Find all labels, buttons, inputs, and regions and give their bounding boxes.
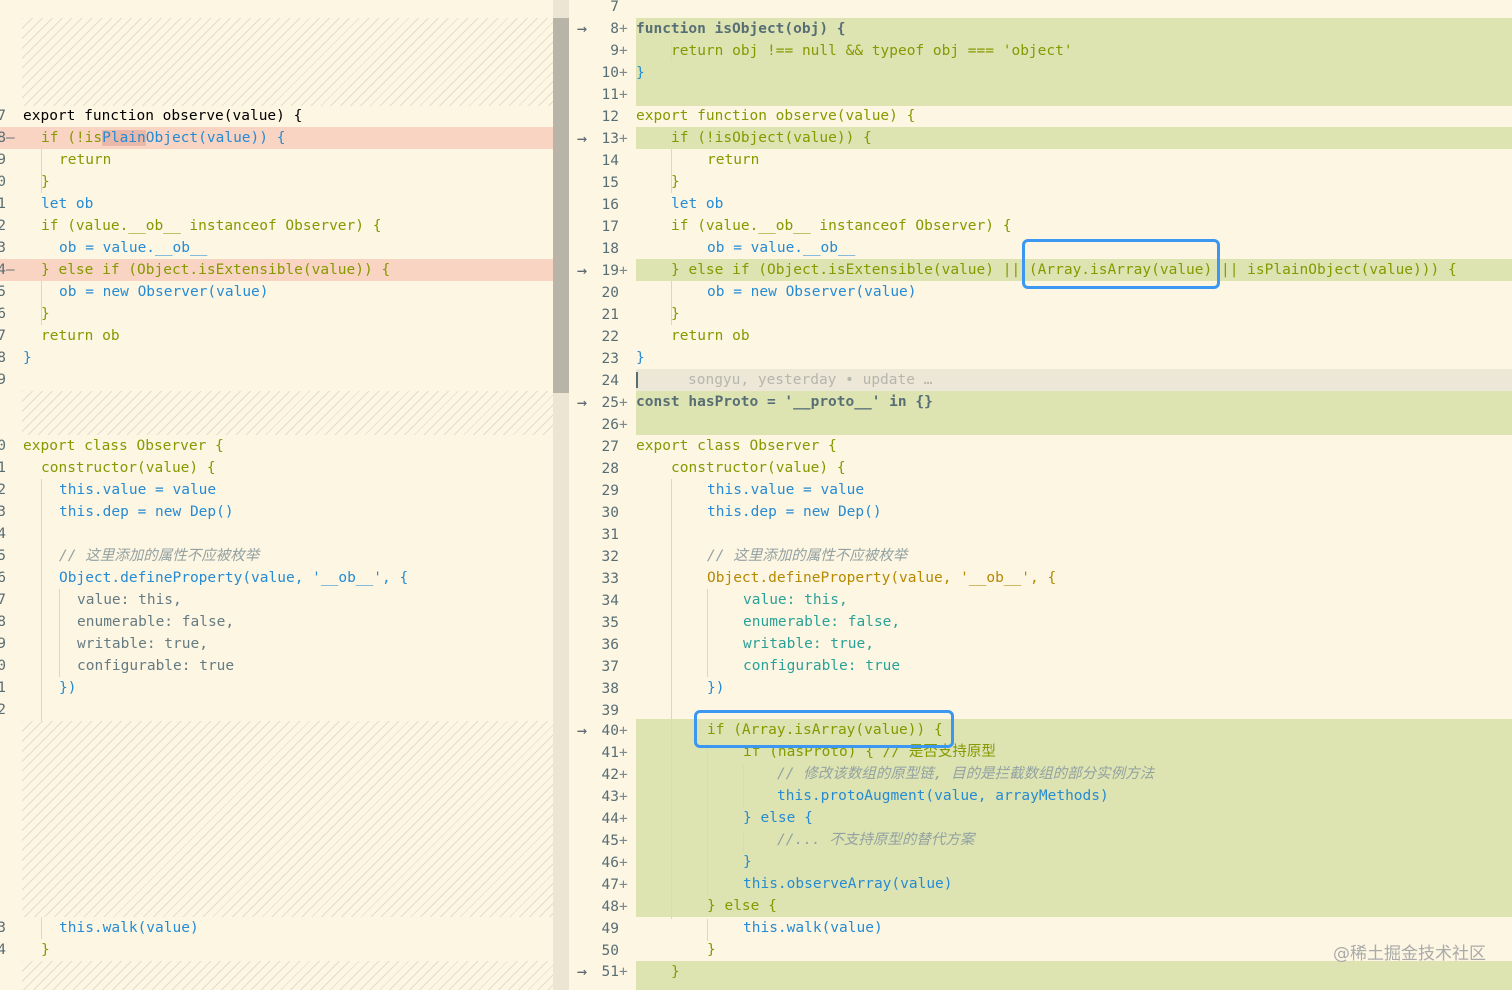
code-line[interactable]: } [636, 347, 1512, 369]
code-line-current[interactable]: songyu, yesterday • update … [636, 369, 1512, 391]
code-line[interactable]: value: this, [636, 589, 1512, 611]
code-line[interactable]: 2 if (value.__ob__ instanceof Observer) … [0, 215, 553, 237]
diff-filler [22, 721, 553, 917]
code-line[interactable]: 9 [0, 369, 553, 391]
code-line[interactable]: Object.defineProperty(value, '__ob__', { [636, 567, 1512, 589]
code-line[interactable]: 8 } [0, 347, 553, 369]
code-line[interactable]: 7 export function observe(value) { [0, 105, 553, 127]
code-line[interactable]: 3 this.walk(value) [0, 917, 553, 939]
original-file-pane[interactable]: 7 export function observe(value) { 8 — i… [0, 0, 553, 990]
code-line[interactable]: configurable: true [636, 655, 1512, 677]
code-line[interactable]: 6 } [0, 303, 553, 325]
code-line[interactable]: }) [636, 677, 1512, 699]
highlight-callout-box [1022, 239, 1220, 289]
code-line[interactable]: 7 value: this, [0, 589, 553, 611]
code-line[interactable]: 4 } [0, 939, 553, 961]
highlight-callout-box [694, 710, 954, 748]
code-line[interactable]: 5 ob = new Observer(value) [0, 281, 553, 303]
code-line[interactable]: // 这里添加的属性不应被枚举 [636, 545, 1512, 567]
code-line[interactable]: 2 this.value = value [0, 479, 553, 501]
added-line[interactable]: } [636, 851, 1512, 873]
code-line[interactable]: this.value = value [636, 479, 1512, 501]
changed-word: Plain [102, 130, 146, 146]
deletion-marker: — [6, 262, 15, 278]
code-line[interactable]: 0 } [0, 171, 553, 193]
code-line[interactable]: } [636, 303, 1512, 325]
diff-filler [22, 18, 553, 106]
code-line[interactable]: enumerable: false, [636, 611, 1512, 633]
code-line[interactable]: 4 [0, 523, 553, 545]
code-line[interactable]: 5 // 这里添加的属性不应被枚举 [0, 545, 553, 567]
code-line[interactable]: return [636, 149, 1512, 171]
code-line[interactable]: let ob [636, 193, 1512, 215]
code-line[interactable]: return obj !== null && typeof obj === 'o… [636, 40, 1512, 62]
added-line[interactable]: // 修改该数组的原型链, 目的是拦截数组的部分实例方法 [636, 763, 1512, 785]
added-line[interactable]: this.protoAugment(value, arrayMethods) [636, 785, 1512, 807]
deleted-line[interactable]: 8 — if (!isPlainObject(value)) { [0, 127, 553, 149]
code-line[interactable]: return ob [636, 325, 1512, 347]
added-line[interactable]: } else { [636, 895, 1512, 917]
code-line[interactable]: 3 ob = value.__ob__ [0, 237, 553, 259]
code-line[interactable]: 0 configurable: true [0, 655, 553, 677]
code-text: export function observe(value) { [23, 108, 303, 124]
code-line[interactable]: function isObject(obj) { [636, 18, 1512, 40]
watermark: @稀土掘金技术社区 [1333, 944, 1486, 964]
code-line[interactable]: 6 Object.defineProperty(value, '__ob__',… [0, 567, 553, 589]
code-line[interactable]: 1 }) [0, 677, 553, 699]
diff-filler [22, 961, 553, 990]
deleted-line[interactable]: 4 — } else if (Object.isExtensible(value… [0, 259, 553, 281]
code-line[interactable]: 7 return ob [0, 325, 553, 347]
scroll-thumb[interactable] [553, 18, 569, 393]
code-line[interactable]: this.walk(value) [636, 917, 1512, 939]
code-line[interactable]: 1 constructor(value) { [0, 457, 553, 479]
diff-filler [22, 391, 553, 435]
code-line[interactable]: 0 export class Observer { [0, 435, 553, 457]
code-line[interactable]: 3 this.dep = new Dep() [0, 501, 553, 523]
git-blame-annotation: songyu, yesterday • update … [688, 372, 933, 388]
code-line[interactable]: this.dep = new Dep() [636, 501, 1512, 523]
added-line[interactable]: } [636, 961, 1512, 983]
deletion-marker: — [6, 130, 15, 146]
code-line[interactable]: if (value.__ob__ instanceof Observer) { [636, 215, 1512, 237]
code-line[interactable]: 8 enumerable: false, [0, 611, 553, 633]
code-line[interactable]: } [636, 171, 1512, 193]
code-line[interactable]: 9 writable: true, [0, 633, 553, 655]
added-line[interactable]: if (!isObject(value)) { [636, 127, 1512, 149]
code-line[interactable]: writable: true, [636, 633, 1512, 655]
added-line[interactable]: this.observeArray(value) [636, 873, 1512, 895]
code-line[interactable]: constructor(value) { [636, 457, 1512, 479]
code-line[interactable]: export function observe(value) { [636, 105, 1512, 127]
code-line[interactable]: 1 let ob [0, 193, 553, 215]
added-line[interactable]: const hasProto = '__proto__' in {} [636, 391, 1512, 413]
left-scrollbar[interactable] [553, 0, 569, 990]
added-line[interactable]: //... 不支持原型的替代方案 [636, 829, 1512, 851]
code-line[interactable]: } [636, 62, 1512, 84]
text-cursor [636, 372, 638, 388]
code-line[interactable]: 2 [0, 699, 553, 721]
added-line[interactable]: } else { [636, 807, 1512, 829]
modified-file-pane[interactable]: function isObject(obj) { return obj !== … [636, 0, 1512, 990]
code-line[interactable]: 9 return [0, 149, 553, 171]
code-line[interactable]: export class Observer { [636, 435, 1512, 457]
diff-gutter: 7 → 8 + 9 + 10 + 11 + 12 → 13 + 14 15 16 17 1… [569, 0, 636, 990]
